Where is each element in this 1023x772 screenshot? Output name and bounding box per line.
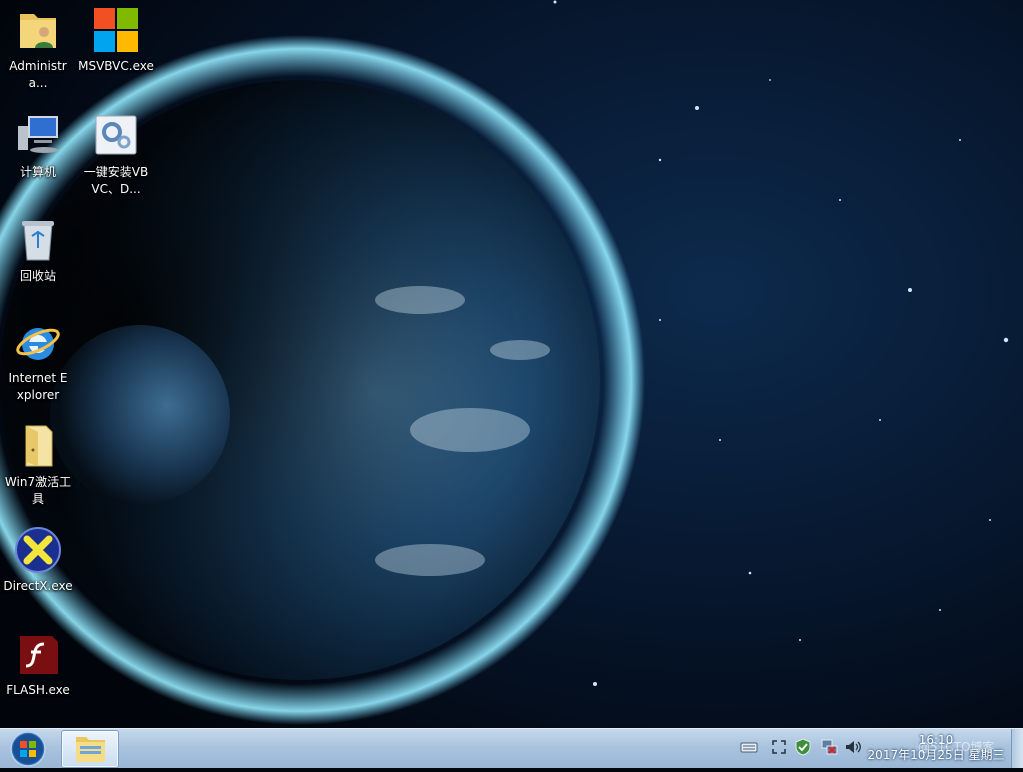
desktop-icon-label: 回收站: [19, 269, 56, 283]
watermark: @51CTO博客: [918, 740, 995, 754]
start-button[interactable]: [2, 730, 54, 768]
volume-icon[interactable]: [844, 738, 862, 756]
computer-icon: [18, 116, 58, 153]
fullscreen-icon[interactable]: [770, 738, 788, 756]
desktop-wallpaper: [0, 0, 1023, 728]
desktop-icon-internet-explorer[interactable]: Internet Explorer: [0, 318, 76, 404]
security-shield-icon[interactable]: [794, 738, 812, 756]
taskbar-explorer-button[interactable]: [61, 730, 119, 768]
desktop-icon-msvbvc[interactable]: MSVBVC.exe: [78, 6, 154, 75]
desktop-icon-label: Administra...: [9, 59, 67, 90]
desktop-icon-label: 一键安装VBVC、D...: [83, 165, 149, 196]
installer-gear-icon: [95, 115, 137, 155]
desktop-icon-administrator[interactable]: Administra...: [0, 6, 76, 92]
internet-explorer-icon: [16, 328, 60, 360]
folder-icon: [25, 425, 53, 467]
desktop-icon-label: Internet Explorer: [8, 371, 68, 402]
keyboard-icon[interactable]: [740, 738, 758, 756]
taskbar: 16:10 2017年10月25日 星期三: [0, 728, 1023, 768]
desktop-icon-recycle-bin[interactable]: 回收站: [0, 216, 76, 285]
recycle-bin-icon: [22, 221, 54, 261]
desktop-icon-label: Win7激活工具: [4, 475, 72, 506]
desktop-icon-win7-activation[interactable]: Win7激活工具: [0, 422, 76, 508]
user-folder-icon: [20, 14, 56, 48]
windows-logo-icon: [94, 8, 138, 52]
desktop-icon-label: MSVBVC.exe: [78, 59, 154, 73]
desktop-icon-installer[interactable]: 一键安装VBVC、D...: [78, 112, 154, 198]
desktop-icon-computer[interactable]: 计算机: [0, 112, 76, 181]
network-icon[interactable]: [820, 738, 838, 756]
windows-start-orb-icon: [10, 731, 46, 767]
desktop-icon-label: FLASH.exe: [6, 683, 70, 697]
directx-icon: [15, 527, 61, 573]
flash-player-icon: [20, 636, 58, 674]
desktop-icon-label: DirectX.exe: [3, 579, 73, 593]
desktop-icon-label: 计算机: [19, 165, 56, 179]
desktop-icon-directx[interactable]: DirectX.exe: [0, 526, 76, 595]
desktop-icon-flash[interactable]: FLASH.exe: [0, 630, 76, 699]
show-desktop-button[interactable]: [1011, 729, 1023, 768]
windows-explorer-icon: [76, 737, 105, 762]
